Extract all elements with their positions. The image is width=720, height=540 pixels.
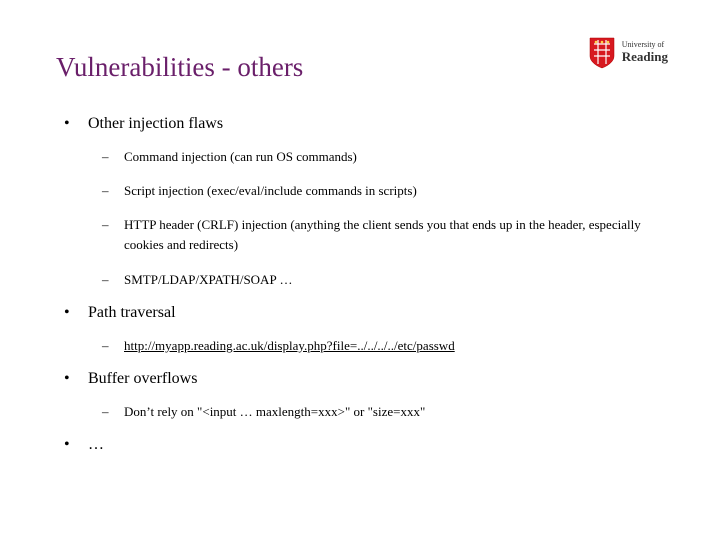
shield-icon bbox=[588, 36, 616, 70]
sub-item: Don’t rely on "<input … maxlength=xxx>" … bbox=[88, 402, 664, 422]
logo-text: University of Reading bbox=[622, 41, 668, 64]
list-item: Buffer overflows Don’t rely on "<input …… bbox=[56, 370, 664, 422]
sub-item: Script injection (exec/eval/include comm… bbox=[88, 181, 664, 201]
university-logo: University of Reading bbox=[588, 36, 668, 70]
logo-line2: Reading bbox=[622, 50, 668, 64]
sub-item: http://myapp.reading.ac.uk/display.php?f… bbox=[88, 336, 664, 356]
item-text: … bbox=[88, 436, 104, 453]
sub-item: SMTP/LDAP/XPATH/SOAP … bbox=[88, 270, 664, 290]
sub-list: Don’t rely on "<input … maxlength=xxx>" … bbox=[88, 402, 664, 422]
list-item: … bbox=[56, 436, 664, 454]
sub-item: HTTP header (CRLF) injection (anything t… bbox=[88, 215, 664, 255]
list-item: Path traversal http://myapp.reading.ac.u… bbox=[56, 304, 664, 356]
sub-list: http://myapp.reading.ac.uk/display.php?f… bbox=[88, 336, 664, 356]
item-text: Other injection flaws bbox=[88, 115, 223, 132]
item-text: Buffer overflows bbox=[88, 370, 197, 387]
sub-item: Command injection (can run OS commands) bbox=[88, 147, 664, 167]
path-traversal-link[interactable]: http://myapp.reading.ac.uk/display.php?f… bbox=[124, 338, 455, 353]
slide-title: Vulnerabilities - others bbox=[56, 52, 664, 83]
slide: University of Reading Vulnerabilities - … bbox=[0, 0, 720, 540]
item-text: Path traversal bbox=[88, 304, 176, 321]
list-item: Other injection flaws Command injection … bbox=[56, 115, 664, 290]
bullet-list: Other injection flaws Command injection … bbox=[56, 115, 664, 454]
sub-list: Command injection (can run OS commands) … bbox=[88, 147, 664, 290]
